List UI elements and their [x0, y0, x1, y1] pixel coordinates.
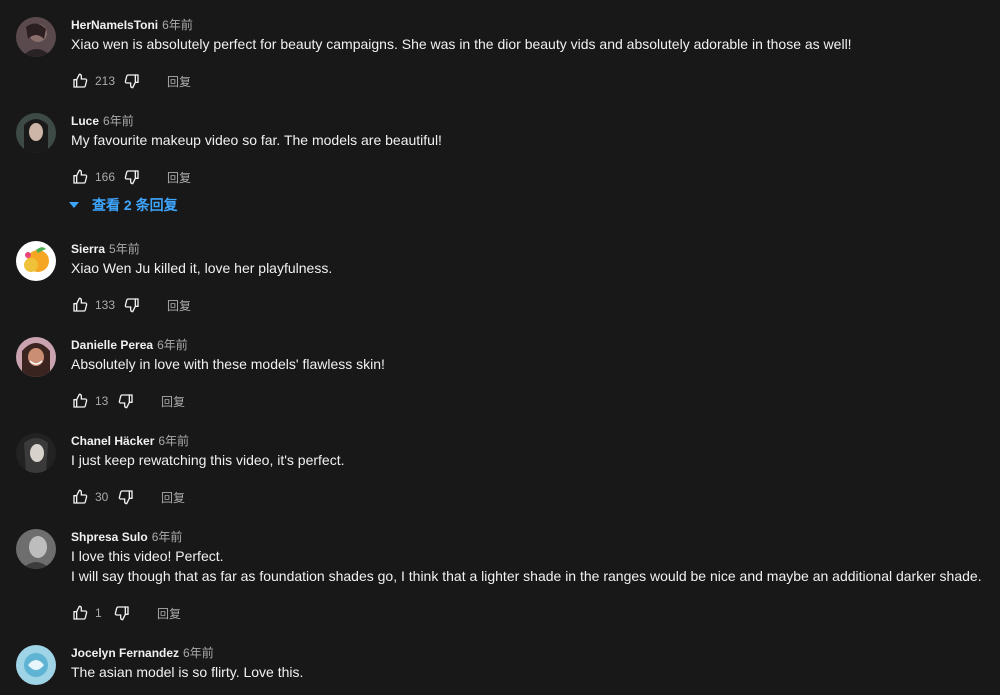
comment-actions: 213 回复 — [71, 69, 191, 93]
avatar[interactable] — [16, 241, 56, 281]
avatar[interactable] — [16, 645, 56, 685]
comment-author[interactable]: Shpresa Sulo — [71, 530, 148, 544]
dislike-button[interactable] — [117, 392, 135, 410]
thumb-down-icon — [118, 490, 133, 505]
comment-text-line: I will say though that as far as foundat… — [71, 568, 982, 584]
comment-text: My favourite makeup video so far. The mo… — [71, 132, 442, 148]
comment-timestamp[interactable]: 6年前 — [152, 530, 183, 544]
like-count: 213 — [95, 74, 116, 88]
dislike-button[interactable] — [117, 488, 135, 506]
like-count: 133 — [95, 298, 116, 312]
avatar[interactable] — [16, 433, 56, 473]
comment-author[interactable]: Chanel Häcker — [71, 434, 154, 448]
like-count: 166 — [95, 170, 116, 184]
comment-text: I just keep rewatching this video, it's … — [71, 452, 345, 468]
thumb-up-icon — [73, 605, 88, 620]
like-button[interactable] — [71, 392, 89, 410]
like-button[interactable] — [71, 296, 89, 314]
thumb-down-icon — [114, 606, 129, 621]
avatar[interactable] — [16, 529, 56, 569]
thumb-down-icon — [124, 74, 139, 89]
reply-button[interactable]: 回复 — [167, 297, 191, 314]
like-button[interactable] — [71, 72, 89, 90]
reply-button[interactable]: 回复 — [167, 73, 191, 90]
comment-author[interactable]: HerNameIsToni — [71, 18, 158, 32]
thumb-up-icon — [73, 297, 88, 312]
like-count: 30 — [95, 490, 109, 504]
comment-timestamp[interactable]: 6年前 — [183, 646, 214, 660]
caret-down-icon — [69, 202, 79, 208]
comment-timestamp[interactable]: 6年前 — [103, 114, 134, 128]
thumb-up-icon — [73, 393, 88, 408]
comment-author[interactable]: Danielle Perea — [71, 338, 153, 352]
reply-button[interactable]: 回复 — [161, 489, 185, 506]
dislike-button[interactable] — [113, 604, 131, 622]
comment-timestamp[interactable]: 6年前 — [162, 18, 193, 32]
thumb-up-icon — [73, 73, 88, 88]
comment-text: Xiao wen is absolutely perfect for beaut… — [71, 36, 852, 52]
avatar[interactable] — [16, 17, 56, 57]
like-count: 1 — [95, 606, 102, 620]
like-button[interactable] — [71, 604, 89, 622]
dislike-button[interactable] — [123, 168, 141, 186]
comment-actions: 166 回复 — [71, 165, 191, 189]
reply-button[interactable]: 回复 — [161, 393, 185, 410]
thumb-down-icon — [124, 298, 139, 313]
comment-author[interactable]: Jocelyn Fernandez — [71, 646, 179, 660]
dislike-button[interactable] — [123, 72, 141, 90]
comment-actions: 13 回复 — [71, 389, 185, 413]
comment-timestamp[interactable]: 5年前 — [109, 242, 140, 256]
comment-text: Absolutely in love with these models' fl… — [71, 356, 385, 372]
comment-author[interactable]: Luce — [71, 114, 99, 128]
comment-timestamp[interactable]: 6年前 — [158, 434, 189, 448]
comment-text: The asian model is so flirty. Love this. — [71, 664, 304, 680]
comment-author[interactable]: Sierra — [71, 242, 105, 256]
comment-actions: 133 回复 — [71, 293, 191, 317]
avatar[interactable] — [16, 113, 56, 153]
view-replies-label: 查看 2 条回复 — [92, 197, 178, 213]
thumb-up-icon — [73, 489, 88, 504]
avatar[interactable] — [16, 337, 56, 377]
comment-text-line: I love this video! Perfect. — [71, 548, 224, 564]
comment-actions: 1 回复 — [71, 601, 181, 625]
thumb-up-icon — [73, 169, 88, 184]
dislike-button[interactable] — [123, 296, 141, 314]
comment-text: Xiao Wen Ju killed it, love her playfuln… — [71, 260, 333, 276]
like-count: 13 — [95, 394, 109, 408]
thumb-down-icon — [124, 170, 139, 185]
comment-actions: 30 回复 — [71, 485, 185, 509]
reply-button[interactable]: 回复 — [167, 169, 191, 186]
like-button[interactable] — [71, 168, 89, 186]
comment-text: I love this video! Perfect. I will say t… — [71, 546, 982, 586]
view-replies-button[interactable]: 查看 2 条回复 — [68, 195, 178, 215]
comment-timestamp[interactable]: 6年前 — [157, 338, 188, 352]
like-button[interactable] — [71, 488, 89, 506]
reply-button[interactable]: 回复 — [157, 605, 181, 622]
thumb-down-icon — [118, 394, 133, 409]
